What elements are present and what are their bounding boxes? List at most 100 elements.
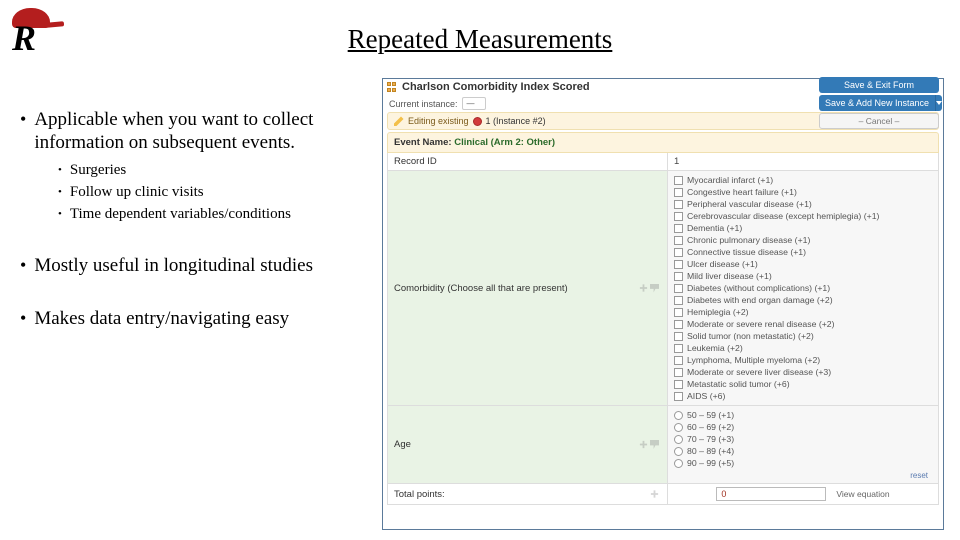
option-label: Congestive heart failure (+1) [687,186,797,198]
record-id-value: 1 [674,156,932,167]
checkbox-input[interactable] [674,368,683,377]
radio-input[interactable] [674,459,683,468]
checkbox-option: Leukemia (+2) [674,342,932,354]
checkbox-option: AIDS (+6) [674,390,932,402]
option-label: Mild liver disease (+1) [687,270,772,282]
checkbox-input[interactable] [674,248,683,257]
checkbox-option: Moderate or severe liver disease (+3) [674,366,932,378]
checkbox-option: Congestive heart failure (+1) [674,186,932,198]
option-label: Leukemia (+2) [687,342,743,354]
sub-bullet: Time dependent variables/conditions [70,204,291,224]
option-label: Moderate or severe renal disease (+2) [687,318,835,330]
checkbox-option: Hemiplegia (+2) [674,306,932,318]
option-label: 50 – 59 (+1) [687,409,734,421]
sub-bullet: Surgeries [70,160,126,180]
option-label: Diabetes (without complications) (+1) [687,282,830,294]
bullet-column: • Applicable when you want to collect in… [20,108,380,360]
instance-suffix: 1 (Instance #2) [486,116,546,126]
checkbox-input[interactable] [674,284,683,293]
bullet-icon: • [58,160,62,180]
option-label: Chronic pulmonary disease (+1) [687,234,810,246]
checkbox-input[interactable] [674,320,683,329]
radio-option: 80 – 89 (+4) [674,445,932,457]
checkbox-input[interactable] [674,272,683,281]
radio-input[interactable] [674,411,683,420]
option-label: 60 – 69 (+2) [687,421,734,433]
cancel-button[interactable]: – Cancel – [819,113,939,129]
option-label: Dementia (+1) [687,222,742,234]
option-label: Myocardial infarct (+1) [687,174,773,186]
checkbox-input[interactable] [674,212,683,221]
checkbox-input[interactable] [674,308,683,317]
history-icon[interactable] [639,284,648,293]
checkbox-option: Connective tissue disease (+1) [674,246,932,258]
field-comorbidity: Comorbidity (Choose all that are present… [387,171,939,406]
save-add-instance-button[interactable]: Save & Add New Instance [819,95,935,111]
reset-link[interactable]: reset [674,471,932,480]
option-label: Diabetes with end organ damage (+2) [687,294,833,306]
instance-selector[interactable]: — [462,97,486,110]
brand-logo: R [4,4,64,64]
checkbox-input[interactable] [674,332,683,341]
checkbox-option: Diabetes (without complications) (+1) [674,282,932,294]
checkbox-input[interactable] [674,380,683,389]
form-icon [387,82,398,93]
checkbox-input[interactable] [674,224,683,233]
radio-input[interactable] [674,447,683,456]
bullet-icon: • [58,182,62,202]
option-label: Lymphoma, Multiple myeloma (+2) [687,354,820,366]
checkbox-input[interactable] [674,188,683,197]
option-label: AIDS (+6) [687,390,725,402]
pencil-icon [394,116,404,126]
checkbox-option: Metastatic solid tumor (+6) [674,378,932,390]
chevron-down-icon [936,101,942,105]
field-label: Record ID [394,156,659,167]
form-title: Charlson Comorbidity Index Scored [402,81,590,93]
checkbox-input[interactable] [674,392,683,401]
checkbox-option: Solid tumor (non metastatic) (+2) [674,330,932,342]
checkbox-option: Dementia (+1) [674,222,932,234]
option-label: Ulcer disease (+1) [687,258,758,270]
checkbox-option: Moderate or severe renal disease (+2) [674,318,932,330]
radio-option: 60 – 69 (+2) [674,421,932,433]
bullet-text: Makes data entry/navigating easy [34,307,380,330]
option-label: Peripheral vascular disease (+1) [687,198,812,210]
checkbox-input[interactable] [674,200,683,209]
checkbox-option: Myocardial infarct (+1) [674,174,932,186]
checkbox-input[interactable] [674,260,683,269]
save-exit-button[interactable]: Save & Exit Form [819,77,939,93]
bullet-icon: • [20,307,26,329]
radio-option: 70 – 79 (+3) [674,433,932,445]
slide-title: Repeated Measurements [348,26,613,53]
option-label: Moderate or severe liver disease (+3) [687,366,831,378]
field-total: Total points: 0 View equation [387,484,939,505]
radio-input[interactable] [674,423,683,432]
bullet-icon: • [20,108,26,130]
option-label: Connective tissue disease (+1) [687,246,806,258]
checkbox-option: Diabetes with end organ damage (+2) [674,294,932,306]
option-label: 80 – 89 (+4) [687,445,734,457]
radio-option: 50 – 59 (+1) [674,409,932,421]
checkbox-input[interactable] [674,176,683,185]
checkbox-input[interactable] [674,236,683,245]
checkbox-input[interactable] [674,296,683,305]
checkbox-option: Ulcer disease (+1) [674,258,932,270]
checkbox-option: Cerebrovascular disease (except hemipleg… [674,210,932,222]
field-label: Total points: [394,489,650,500]
status-dot-icon [473,117,482,126]
action-buttons: Save & Exit Form Save & Add New Instance… [819,77,939,129]
instance-label: Current instance: [389,99,458,109]
view-equation-link[interactable]: View equation [836,489,889,499]
save-dropdown-toggle[interactable] [935,95,942,111]
checkbox-input[interactable] [674,356,683,365]
history-icon[interactable] [650,490,659,499]
field-record-id: Record ID 1 [387,153,939,171]
radio-input[interactable] [674,435,683,444]
bullet-icon: • [58,204,62,224]
history-icon[interactable] [639,440,648,449]
checkbox-option: Chronic pulmonary disease (+1) [674,234,932,246]
comment-icon[interactable] [650,440,659,449]
checkbox-input[interactable] [674,344,683,353]
comment-icon[interactable] [650,284,659,293]
event-banner: Event Name: Clinical (Arm 2: Other) [387,132,939,153]
